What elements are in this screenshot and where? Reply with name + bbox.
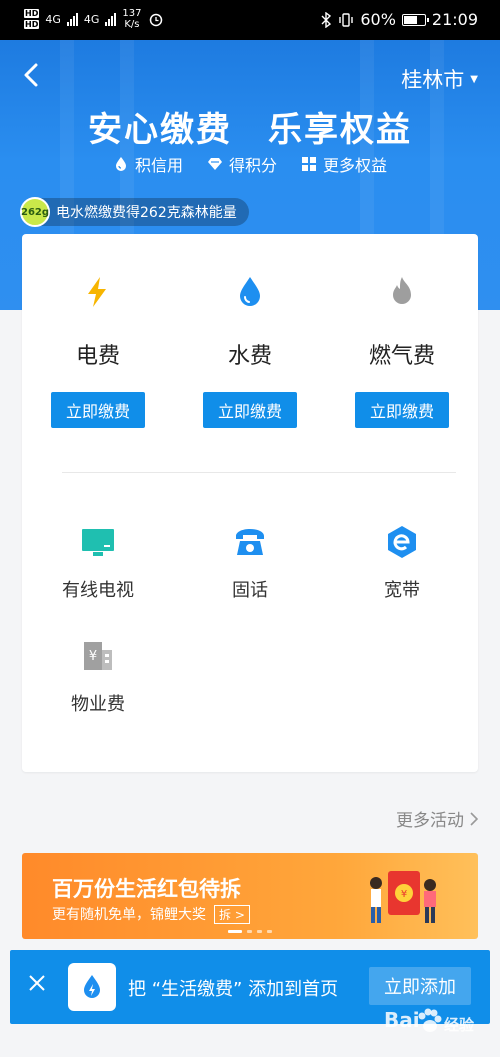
app-icon: [68, 963, 116, 1011]
clock: 21:09: [431, 10, 478, 29]
utility-label: 电费: [75, 344, 120, 369]
red-envelope-illustration: ¥: [370, 871, 436, 923]
hd-indicators: HD HD: [24, 9, 40, 29]
divider: [62, 472, 456, 473]
speed-unit: K/s: [124, 19, 140, 30]
carousel-dots: [228, 930, 272, 933]
battery-percent: 60%: [360, 10, 396, 29]
perk-credit[interactable]: 积信用: [113, 152, 183, 176]
service-property[interactable]: ¥ 物业费: [22, 638, 174, 716]
signal-icon: [66, 12, 78, 26]
perks-row: 积信用 得积分 更多权益: [0, 152, 500, 176]
caret-down-icon: ▼: [470, 73, 478, 85]
signal-icon-2: [105, 12, 117, 26]
utility-water[interactable]: 水费 立即缴费: [174, 274, 326, 428]
flame-icon: [393, 277, 411, 304]
battery-icon: [401, 13, 429, 26]
banner-subtitle: 更有随机免单，锦鲤大奖: [52, 907, 206, 923]
network-type-2: 4G: [83, 12, 100, 26]
page-slogan: 安心缴费 乐享权益: [88, 110, 412, 150]
pay-electric-button[interactable]: 立即缴费: [51, 392, 145, 428]
service-label: 有线电视: [62, 580, 134, 601]
baidu-watermark: Bai 经验: [384, 1000, 494, 1050]
perk-points[interactable]: 得积分: [207, 152, 277, 176]
utility-electric[interactable]: 电费 立即缴费: [22, 274, 174, 428]
vibrate-icon: [339, 12, 354, 27]
service-label: 物业费: [71, 694, 125, 715]
perk-label: 积信用: [134, 156, 183, 175]
paw-icon: [418, 1008, 442, 1032]
banner-title: 百万份生活红包待拆: [52, 877, 241, 901]
add-to-home-text: 把 “生活缴费” 添加到首页: [128, 979, 339, 1000]
broadband-icon: [388, 526, 416, 558]
network-speed: 137 K/s: [122, 8, 141, 30]
city-selector[interactable]: 桂林市 ▼: [401, 64, 478, 94]
perk-more[interactable]: 更多权益: [301, 152, 387, 176]
utility-label: 水费: [227, 344, 272, 369]
banner-open-tag[interactable]: 拆 >: [214, 904, 250, 924]
back-arrow-icon[interactable]: [22, 62, 42, 88]
service-broadband[interactable]: 宽带: [326, 524, 478, 602]
telephone-icon: [236, 529, 264, 555]
banner-subtitle-row: 更有随机免单，锦鲤大奖 拆 >: [52, 904, 250, 924]
network-type-1: 4G: [45, 12, 61, 26]
svg-text:¥: ¥: [401, 889, 407, 900]
hd-badge-2: HD: [24, 20, 40, 29]
bluetooth-icon: [321, 11, 332, 28]
payment-card: 电费 立即缴费 水费 立即缴费 燃气费 立即缴费 有线电视 固话 宽带 ¥ 物业…: [22, 234, 478, 772]
perk-label: 得积分: [228, 156, 277, 175]
status-bar: HD HD 4G 4G 137 K/s 60% 21:09: [0, 0, 500, 40]
alarm-icon: [149, 13, 162, 27]
diamond-icon: [207, 158, 222, 170]
credit-drop-icon: [115, 157, 126, 171]
status-right: 60% 21:09: [320, 10, 478, 29]
service-grid: 有线电视 固话 宽带 ¥ 物业费: [22, 524, 478, 716]
promo-banner[interactable]: 百万份生活红包待拆 更有随机免单，锦鲤大奖 拆 > ¥: [22, 853, 478, 939]
speed-value: 137: [122, 8, 142, 19]
more-activities-link[interactable]: 更多活动: [396, 806, 478, 831]
hd-badge-1: HD: [24, 9, 40, 18]
water-drop-icon: [240, 277, 260, 306]
service-label: 固话: [232, 580, 268, 601]
close-icon[interactable]: [28, 974, 46, 992]
water-lightning-icon: [84, 975, 100, 998]
service-cable-tv[interactable]: 有线电视: [22, 524, 174, 602]
more-activities-label: 更多活动: [396, 811, 464, 831]
energy-badge: 262g: [20, 197, 50, 227]
lightning-icon: [88, 277, 106, 307]
service-landline[interactable]: 固话: [174, 524, 326, 602]
pay-gas-button[interactable]: 立即缴费: [355, 392, 449, 428]
utility-label: 燃气费: [368, 344, 435, 369]
perk-label: 更多权益: [323, 156, 388, 175]
city-name: 桂林市: [401, 68, 465, 92]
utility-grid: 电费 立即缴费 水费 立即缴费 燃气费 立即缴费: [22, 274, 478, 428]
svg-text:¥: ¥: [89, 649, 97, 664]
utility-gas[interactable]: 燃气费 立即缴费: [326, 274, 478, 428]
status-left: HD HD 4G 4G 137 K/s: [24, 8, 164, 30]
pay-water-button[interactable]: 立即缴费: [203, 392, 297, 428]
tv-icon: [82, 529, 114, 556]
grid-icon: [302, 157, 316, 171]
service-label: 宽带: [384, 580, 420, 601]
energy-text: 电水燃缴费得262克森林能量: [56, 205, 237, 221]
forest-energy-banner[interactable]: 262g 电水燃缴费得262克森林能量: [20, 197, 249, 227]
property-icon: ¥: [84, 642, 112, 670]
chevron-right-icon: [470, 811, 478, 826]
watermark-text-2: 经验: [444, 1016, 475, 1034]
